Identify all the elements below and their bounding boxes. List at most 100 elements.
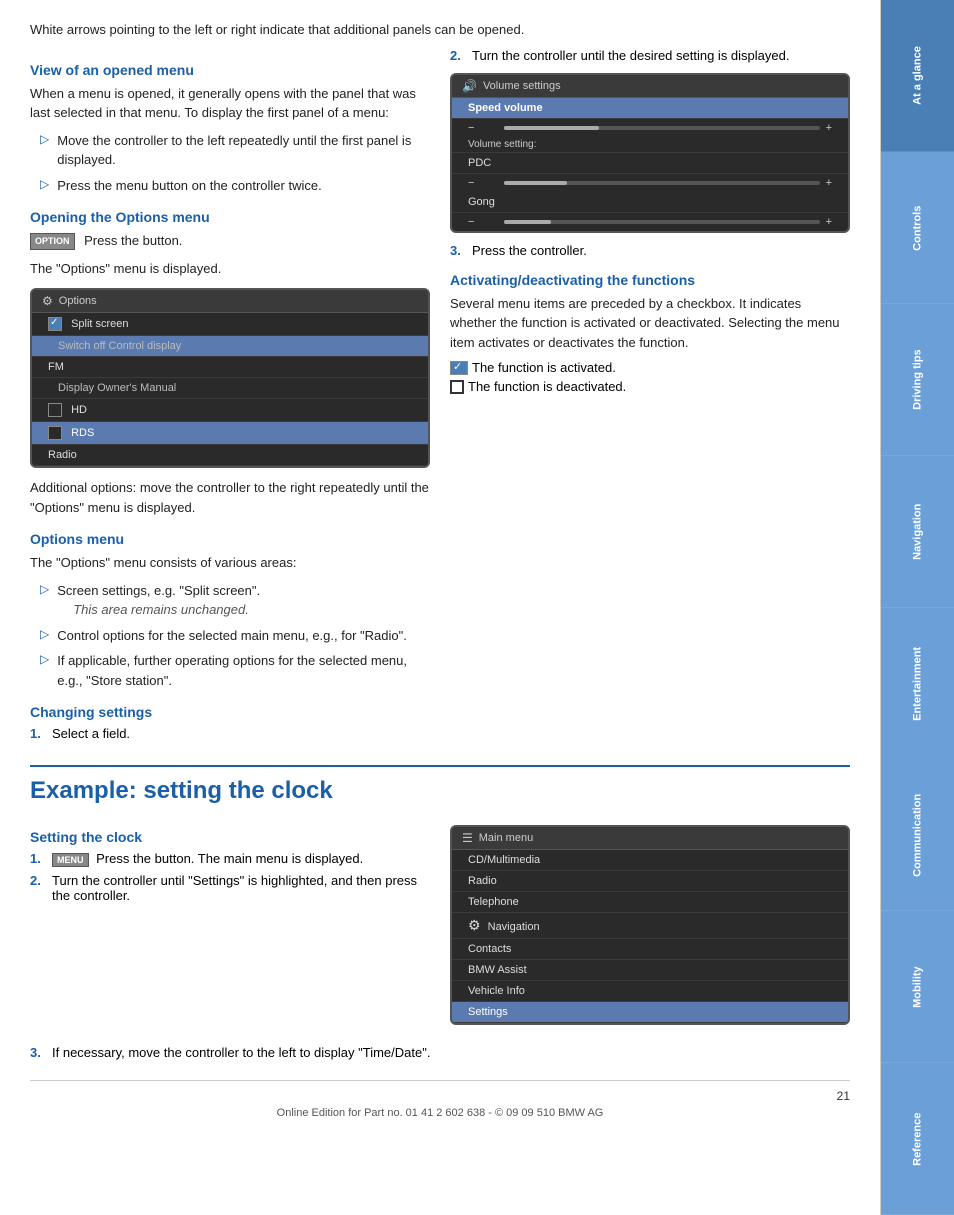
- options-menu-para: The "Options" menu consists of various a…: [30, 553, 430, 573]
- clock-step3-text: If necessary, move the controller to the…: [52, 1045, 430, 1060]
- page-number: 21: [30, 1089, 850, 1103]
- bullet-arrow-5: ▷: [40, 652, 49, 666]
- slider-track-gong: [504, 220, 820, 224]
- intro-para: White arrows pointing to the left or rig…: [30, 20, 850, 40]
- changing-settings-heading: Changing settings: [30, 704, 430, 720]
- speed-volume-slider: − +: [452, 119, 848, 137]
- pdc-slider: − +: [452, 174, 848, 192]
- gong-minus: −: [468, 216, 498, 228]
- option-display-manual: Display Owner's Manual: [32, 378, 428, 399]
- main-menu-title: Main menu: [479, 832, 533, 844]
- slider-fill-speed: [504, 126, 599, 130]
- menu-contacts: Contacts: [452, 939, 848, 960]
- check-active-icon: [48, 317, 62, 331]
- pdc-minus: −: [468, 177, 498, 189]
- footer-text: Online Edition for Part no. 01 41 2 602 …: [30, 1107, 850, 1119]
- sidebar: At a glance Controls Driving tips Naviga…: [880, 0, 954, 1215]
- volume-setting-label: Volume setting:: [452, 137, 848, 153]
- slider-track-speed: [504, 126, 820, 130]
- view-opened-menu-heading: View of an opened menu: [30, 62, 430, 78]
- pdc-row: PDC: [452, 153, 848, 174]
- sidebar-tab-navigation[interactable]: Navigation: [881, 456, 954, 608]
- gong-plus: +: [826, 216, 832, 228]
- clock-left-col: Setting the clock 1. MENU Press the butt…: [30, 815, 430, 1035]
- activating-heading: Activating/deactivating the functions: [450, 272, 850, 288]
- clock-step2-num: 2.: [30, 873, 46, 903]
- clock-step1-text: MENU Press the button. The main menu is …: [52, 851, 363, 867]
- clock-step-2: 2. Turn the controller until "Settings" …: [30, 873, 430, 903]
- menu-radio: Radio: [452, 871, 848, 892]
- option-badge: OPTION: [30, 233, 75, 251]
- volume-icon: 🔊: [462, 79, 477, 93]
- clock-step2-text: Turn the controller until "Settings" is …: [52, 873, 430, 903]
- sidebar-tab-driving[interactable]: Driving tips: [881, 304, 954, 456]
- bullet-arrow-3: ▷: [40, 582, 49, 596]
- bullet-arrow-1: ▷: [40, 132, 49, 146]
- bullet-text-2: Press the menu button on the controller …: [57, 176, 321, 196]
- bullet-arrow-2: ▷: [40, 177, 49, 191]
- options-bullet-3: ▷ If applicable, further operating optio…: [30, 651, 430, 690]
- option-hd: HD: [32, 399, 428, 422]
- step3-text: Press the controller.: [472, 243, 587, 258]
- bullet-1: ▷ Move the controller to the left repeat…: [30, 131, 430, 170]
- setting-clock-heading: Setting the clock: [30, 829, 430, 845]
- slider-minus: −: [468, 122, 498, 134]
- step2-text: Turn the controller until the desired se…: [472, 48, 789, 63]
- main-menu-header: ☰ Main menu: [452, 827, 848, 850]
- gong-row: Gong: [452, 192, 848, 213]
- check-inactive-rds: [48, 426, 62, 440]
- volume-panel-title: Volume settings: [483, 80, 561, 92]
- main-content: White arrows pointing to the left or rig…: [0, 0, 880, 1215]
- pdc-plus: +: [826, 177, 832, 189]
- options-bullet-2: ▷ Control options for the selected main …: [30, 626, 430, 646]
- clock-step3-num: 3.: [30, 1045, 46, 1060]
- activating-para: Several menu items are preceded by a che…: [450, 294, 850, 353]
- option-radio: Radio: [32, 445, 428, 466]
- slider-plus: +: [826, 122, 832, 134]
- sidebar-tab-at-glance[interactable]: At a glance: [881, 0, 954, 152]
- sidebar-tab-controls[interactable]: Controls: [881, 152, 954, 304]
- options-panel-header: ⚙ Options: [32, 290, 428, 313]
- check-inactive-indicator: [450, 380, 464, 394]
- changing-step-1: 1. Select a field.: [30, 726, 430, 741]
- options-bullet-text-3: If applicable, further operating options…: [57, 651, 430, 690]
- opening-options-heading: Opening the Options menu: [30, 209, 430, 225]
- changing-step-num: 1.: [30, 726, 46, 741]
- options-bullet-sub-1: This area remains unchanged.: [57, 602, 249, 617]
- changing-step-text: Select a field.: [52, 726, 130, 741]
- example-clock-heading: Example: setting the clock: [30, 765, 850, 805]
- sidebar-tab-communication[interactable]: Communication: [881, 759, 954, 911]
- sidebar-tab-entertainment[interactable]: Entertainment: [881, 608, 954, 760]
- options-panel-icon: ⚙: [42, 294, 53, 308]
- additional-options-para: Additional options: move the controller …: [30, 478, 430, 517]
- slider-fill-gong: [504, 220, 551, 224]
- right-column: 2. Turn the controller until the desired…: [450, 48, 850, 748]
- sidebar-tab-mobility[interactable]: Mobility: [881, 911, 954, 1063]
- menu-navigation: ⚙ Navigation: [452, 913, 848, 939]
- right-step-3: 3. Press the controller.: [450, 243, 850, 258]
- slider-track-pdc: [504, 181, 820, 185]
- options-bullet-1: ▷ Screen settings, e.g. "Split screen". …: [30, 581, 430, 620]
- menu-badge: MENU: [52, 853, 89, 867]
- menu-settings: Settings: [452, 1002, 848, 1023]
- main-menu-panel: ☰ Main menu CD/Multimedia Radio Telephon…: [450, 825, 850, 1025]
- step3-num: 3.: [450, 243, 466, 258]
- bullet-2: ▷ Press the menu button on the controlle…: [30, 176, 430, 196]
- options-bullet-text-1: Screen settings, e.g. "Split screen".: [57, 583, 260, 598]
- opening-options-para1: OPTION Press the button.: [30, 231, 430, 251]
- bullet-text-1: Move the controller to the left repeated…: [57, 131, 430, 170]
- option-split-screen: Split screen: [32, 313, 428, 336]
- step2-num: 2.: [450, 48, 466, 63]
- clock-right-col: ☰ Main menu CD/Multimedia Radio Telephon…: [450, 815, 850, 1035]
- option-fm: FM: [32, 357, 428, 378]
- slider-fill-pdc: [504, 181, 567, 185]
- volume-panel-header: 🔊 Volume settings: [452, 75, 848, 98]
- gong-slider: − +: [452, 213, 848, 231]
- options-bullet-text-2: Control options for the selected main me…: [57, 626, 407, 646]
- sidebar-tab-reference[interactable]: Reference: [881, 1063, 954, 1215]
- option-rds: RDS: [32, 422, 428, 445]
- options-panel-title: Options: [59, 295, 97, 307]
- gear-icon: ⚙: [468, 917, 481, 934]
- bullet-arrow-4: ▷: [40, 627, 49, 641]
- options-menu-heading: Options menu: [30, 531, 430, 547]
